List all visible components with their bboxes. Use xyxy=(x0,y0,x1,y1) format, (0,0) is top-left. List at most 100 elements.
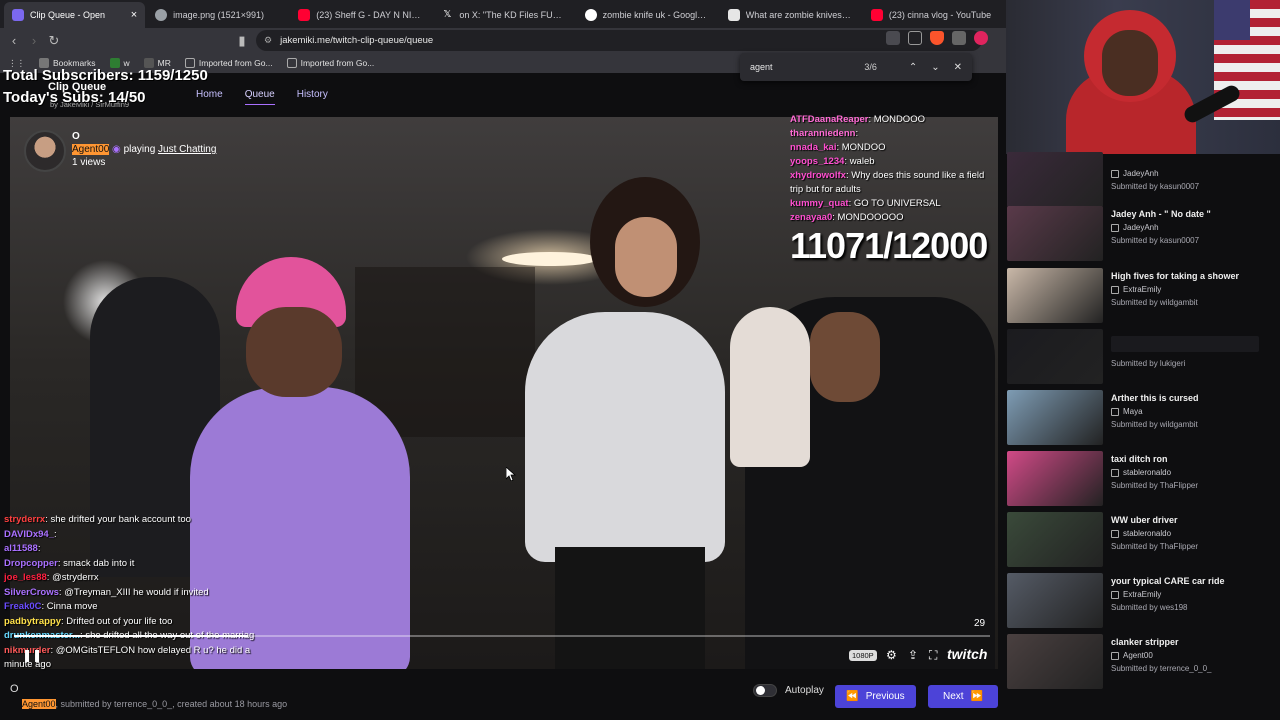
clip-channel: ExtraEmily xyxy=(1111,285,1161,294)
previous-button[interactable]: ⏪ Previous xyxy=(835,685,916,708)
find-close-icon[interactable]: ✕ xyxy=(954,62,962,73)
queue-item[interactable]: clanker stripper Agent00 Submitted by terr… xyxy=(1007,634,1277,689)
brave-rewards-icon[interactable] xyxy=(974,31,988,45)
clip-channel: JadeyAnh xyxy=(1111,223,1159,232)
settings-gear-icon[interactable]: ⚙ xyxy=(886,648,897,662)
queue-item[interactable]: High fives for taking a shower ExtraEmily… xyxy=(1007,268,1277,323)
clip-title: clanker stripper xyxy=(1111,637,1179,647)
chat-text: Cinna move xyxy=(46,601,98,612)
url-field[interactable]: ⚙ jakemiki.me/twitch-clip-queue/queue xyxy=(256,30,982,51)
queue-item[interactable]: JadeyAnh Submitted by kasun0007 xyxy=(1007,152,1277,207)
video-progress-bar[interactable] xyxy=(14,635,990,637)
clip-thumbnail[interactable] xyxy=(1007,329,1103,384)
clip-thumbnail[interactable] xyxy=(1007,634,1103,689)
brave-shield-icon[interactable] xyxy=(930,31,944,45)
queue-item[interactable]: WW uber driver stableronaldo Submitted by … xyxy=(1007,512,1277,567)
clip-thumbnail[interactable] xyxy=(1007,573,1103,628)
avatar[interactable] xyxy=(24,130,66,172)
pause-icon[interactable]: ❚❚ xyxy=(22,648,42,662)
next-button[interactable]: Next ⏩ xyxy=(928,685,998,708)
tab-title: on X: "The KD Files FULL T xyxy=(459,10,567,20)
clip-author-name[interactable]: Agent00 xyxy=(72,144,110,155)
queue-item[interactable]: Arther this is cursed Maya Submitted by wi… xyxy=(1007,390,1277,445)
chat-username: kummy_quat xyxy=(790,198,849,209)
back-icon[interactable]: ‹ xyxy=(4,33,24,48)
browser-tab[interactable]: Clip Queue - Open × xyxy=(4,2,146,28)
tab-search-icon[interactable] xyxy=(886,31,900,45)
chat-text: MONDOOO xyxy=(873,114,925,125)
channel-icon xyxy=(1111,590,1119,599)
browser-tab[interactable]: image.png (1521×991) xyxy=(147,2,288,28)
chat-message: SilverCrows: @Treyman_XIII he would if i… xyxy=(4,586,209,598)
chat-username: nnada_kai xyxy=(790,142,837,153)
find-next-icon[interactable]: ⌄ xyxy=(931,62,939,73)
chat-message: nikmurder: @OMGitsTEFLON how delayed R u… xyxy=(4,644,251,671)
scene-black-pants xyxy=(555,547,705,669)
queue-item[interactable]: your typical CARE car ride ExtraEmily Subm… xyxy=(1007,573,1277,628)
browser-tab[interactable]: (23) Sheff G - DAY N NITE Free xyxy=(290,2,431,28)
webcam-feed xyxy=(1006,0,1280,154)
clip-submitter: Submitted by ThaFlipper xyxy=(1111,542,1199,551)
quality-badge[interactable]: 1080P xyxy=(849,650,877,661)
share-icon[interactable]: ⇪ xyxy=(908,648,918,662)
chat-overlay-bottom: stryderrx: she drifted your bank account… xyxy=(4,513,266,673)
clip-channel: JadeyAnh xyxy=(1111,169,1159,178)
clip-thumbnail[interactable] xyxy=(1007,512,1103,567)
clip-channel: stableronaldo xyxy=(1111,529,1171,538)
site-info-icon[interactable]: ⚙ xyxy=(264,35,272,46)
scene-lamp xyxy=(502,252,598,266)
extensions-icon[interactable] xyxy=(952,31,966,45)
clip-meta: Agent00, submitted by terrence_0_0_, cre… xyxy=(22,699,287,709)
scene-woman-right xyxy=(730,307,810,467)
clip-thumbnail[interactable] xyxy=(1007,206,1103,261)
total-subs-text: Total Subscribers: 1159/1250 xyxy=(3,67,208,84)
bookmark-icon[interactable]: ▮ xyxy=(232,33,252,49)
clip-channel: Agent00 xyxy=(1111,651,1153,660)
clip-thumbnail[interactable] xyxy=(1007,268,1103,323)
find-prev-icon[interactable]: ⌃ xyxy=(909,62,917,73)
fullscreen-icon[interactable]: ⛶ xyxy=(929,648,937,663)
chat-username: yoops_1234 xyxy=(790,156,845,167)
queue-item[interactable]: taxi ditch ron stableronaldo Submitted by … xyxy=(1007,451,1277,506)
queue-item[interactable]: Submitted by lukigeri xyxy=(1007,329,1277,384)
chat-username: Dropcopper xyxy=(4,557,58,569)
share-icon[interactable] xyxy=(908,31,922,45)
clip-category-link[interactable]: Just Chatting xyxy=(158,144,216,155)
clip-submitter: Submitted by wildgambit xyxy=(1111,420,1198,429)
channel-icon xyxy=(1111,285,1119,294)
chat-message: Freak0C: Cinna move xyxy=(4,601,98,612)
find-input[interactable]: agent xyxy=(750,62,864,72)
clip-title: Arther this is cursed xyxy=(1111,393,1199,403)
chat-message: DAVIDx94_: xyxy=(4,528,57,540)
chat-text: GO TO UNIVERSAL xyxy=(853,198,941,209)
forward-icon[interactable]: › xyxy=(24,33,44,48)
google-icon xyxy=(584,9,597,21)
title-placeholder xyxy=(1111,336,1259,352)
chat-message: xhydrowolfx: Why does this sound like a … xyxy=(790,170,985,195)
browser-tab[interactable]: zombie knife uk - Google Sear xyxy=(577,2,718,28)
footer-zero: O xyxy=(10,683,19,695)
nav-queue[interactable]: Queue xyxy=(244,89,275,105)
nav-history[interactable]: History xyxy=(297,89,328,105)
clip-channel: stableronaldo xyxy=(1111,468,1171,477)
find-bar: agent 3/6 ⌃ ⌄ ✕ xyxy=(740,53,972,81)
clip-thumbnail[interactable] xyxy=(1007,451,1103,506)
clip-thumbnail[interactable] xyxy=(1007,390,1103,445)
chat-message: joe_les88: @stryderrx xyxy=(4,572,99,583)
bookmark-item[interactable]: Imported from Go... xyxy=(286,58,374,68)
scene-white-hoodie xyxy=(525,312,725,562)
tab-favicon-icon xyxy=(12,9,24,21)
sub-goal-counter: 11071/12000 xyxy=(790,225,988,266)
queue-item[interactable]: Jadey Anh - " No date " JadeyAnh Submitted… xyxy=(1007,206,1277,261)
browser-tab[interactable]: (23) cinna vlog - YouTube xyxy=(863,2,1004,28)
clip-title: Jadey Anh - " No date " xyxy=(1111,209,1211,219)
chat-message: nnada_kai: MONDOO xyxy=(790,142,886,153)
close-tab-icon[interactable]: × xyxy=(131,9,137,21)
reload-icon[interactable]: ↻ xyxy=(44,33,64,49)
autoplay-toggle[interactable] xyxy=(753,684,777,697)
browser-tab[interactable]: 𝕏on X: "The KD Files FULL T xyxy=(433,2,574,28)
twitch-logo[interactable]: twitch xyxy=(947,646,987,662)
browser-tab[interactable]: What are zombie knives – and xyxy=(720,2,861,28)
clip-thumbnail[interactable] xyxy=(1007,152,1103,207)
clip-views: 1 views xyxy=(72,157,106,168)
